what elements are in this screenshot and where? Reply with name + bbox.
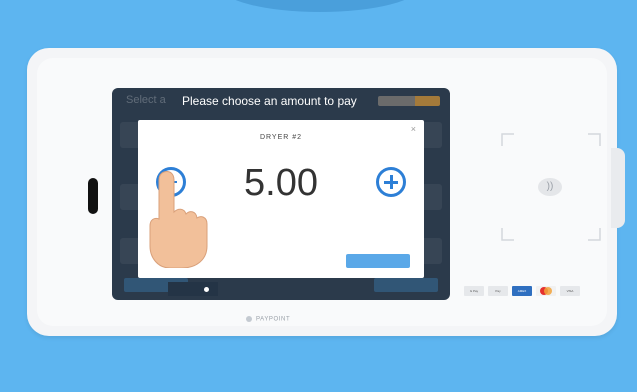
modal-title: DRYER #2 bbox=[259, 134, 303, 141]
pointing-hand-icon bbox=[149, 171, 208, 268]
background-button bbox=[374, 278, 438, 292]
brand-logo-icon bbox=[246, 316, 252, 322]
gpay-card-icon: G Pay bbox=[464, 286, 484, 296]
brand-logo-text: PAYPOINT bbox=[256, 316, 291, 323]
page-indicator-dot bbox=[204, 287, 209, 292]
applepay-card-icon: Pay bbox=[488, 286, 508, 296]
increase-amount-button[interactable] bbox=[376, 167, 406, 197]
screen-header: Select a Please choose an amount to pay bbox=[112, 88, 450, 112]
amount-prompt: Please choose an amount to pay bbox=[182, 94, 357, 108]
mastercard-card-icon bbox=[536, 286, 556, 296]
contactless-icon: )) bbox=[538, 178, 562, 196]
accepted-cards: G Pay Pay AMEX VISA bbox=[464, 286, 580, 298]
visa-card-icon: VISA bbox=[560, 286, 580, 296]
header-status-bar bbox=[378, 96, 440, 106]
screen-indicator-bar bbox=[168, 282, 218, 296]
background-header-text: Select a bbox=[126, 94, 166, 106]
card-slot bbox=[88, 178, 98, 214]
close-icon[interactable]: × bbox=[411, 124, 416, 134]
terminal-side-tab bbox=[611, 148, 625, 228]
brand-logo: PAYPOINT bbox=[246, 316, 290, 323]
confirm-button[interactable] bbox=[346, 254, 410, 268]
amex-card-icon: AMEX bbox=[512, 286, 532, 296]
top-arc-decoration bbox=[220, 0, 420, 12]
